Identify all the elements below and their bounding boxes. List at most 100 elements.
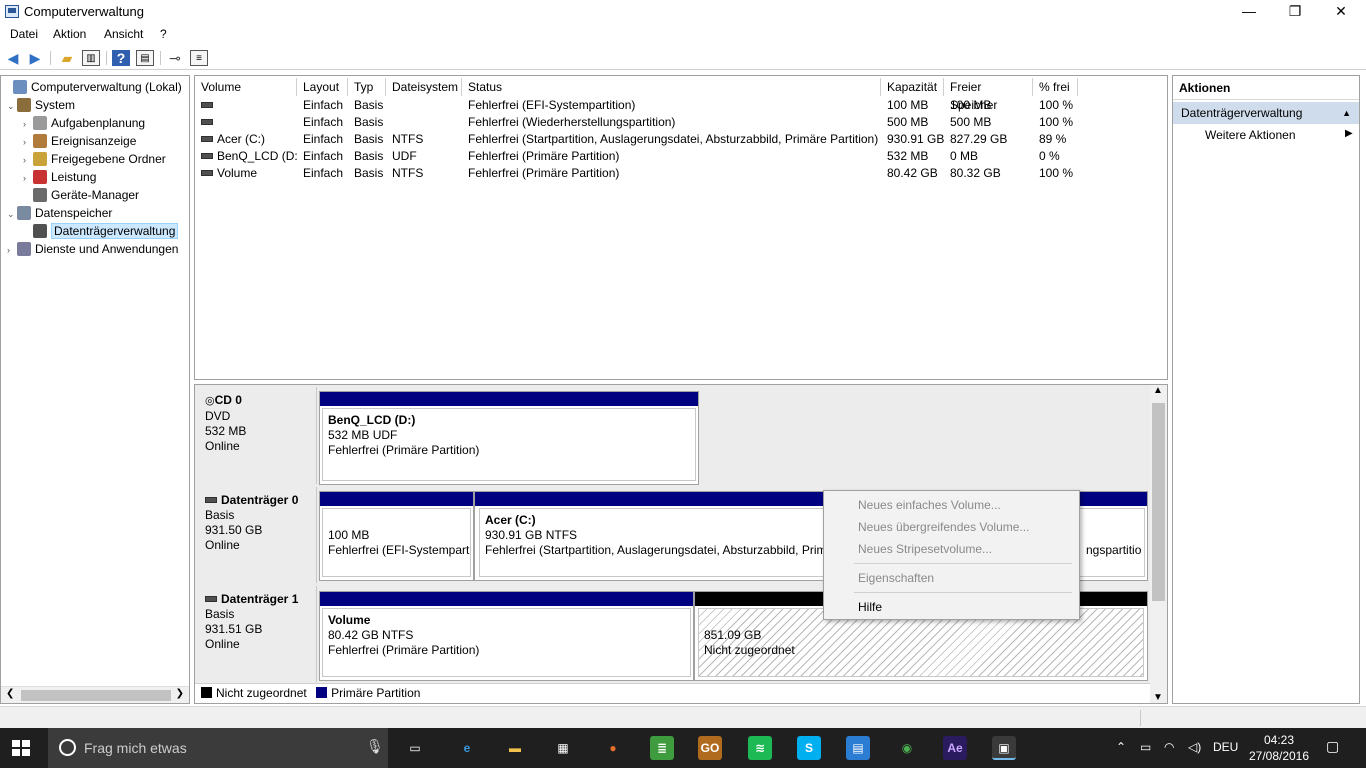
menu-new-simple-volume[interactable]: Neues einfaches Volume... <box>858 498 1001 512</box>
disk-view-scrollbar[interactable]: ▲ ▼ <box>1150 385 1167 703</box>
collapse-caret-icon[interactable]: ▲ <box>1342 102 1351 124</box>
tree-expander-icon[interactable]: › <box>23 115 33 133</box>
notes-icon[interactable]: ≣ <box>650 736 674 760</box>
cell-text: Basis <box>354 149 384 163</box>
menu-new-striped-volume[interactable]: Neues Stripesetvolume... <box>858 542 992 556</box>
scroll-up-icon[interactable]: ▲ <box>1153 385 1163 396</box>
volume-icon[interactable]: ◁) <box>1188 740 1201 754</box>
edge-icon[interactable]: e <box>455 736 479 760</box>
partition-efi[interactable]: 100 MB Fehlerfrei (EFI-Systempartition) <box>319 491 474 581</box>
scrollbar-thumb[interactable] <box>21 690 171 701</box>
tree-expander-icon[interactable]: › <box>23 151 33 169</box>
search-box[interactable]: Frag mich etwas 🎙 <box>48 728 388 768</box>
table-row[interactable]: Volume Einfach Basis NTFS Fehlerfrei (Primär… <box>195 165 1167 182</box>
outlook-icon[interactable]: ▤ <box>846 736 870 760</box>
menu-new-spanned-volume[interactable]: Neues übergreifendes Volume... <box>858 520 1029 534</box>
show-hide-action-pane-icon[interactable]: ▤ <box>136 50 154 66</box>
firefox-icon[interactable]: ● <box>601 736 625 760</box>
clock[interactable]: 04:23 27/08/2016 <box>1244 732 1314 764</box>
cell-text: Einfach <box>303 166 344 180</box>
tree-item[interactable]: › Dienste und Anwendungen <box>7 240 178 258</box>
table-row[interactable]: Einfach Basis Fehlerfrei (Wiederherstellun… <box>195 114 1167 131</box>
tree-item[interactable]: › Ereignisanzeige <box>23 132 136 150</box>
scroll-right-icon[interactable]: ❯ <box>176 688 184 699</box>
show-hide-tree-icon[interactable]: ▥ <box>82 50 100 66</box>
partition-benq-lcd[interactable]: BenQ_LCD (D:) 532 MB UDF Fehlerfrei (Pri… <box>319 391 699 485</box>
tree-item[interactable]: Geräte-Manager <box>23 186 139 204</box>
disk-label-cd0[interactable]: ◎CD 0 DVD 532 MB Online <box>197 387 317 484</box>
partition-volume[interactable]: Volume 80.42 GB NTFS Fehlerfrei (Primäre… <box>319 591 694 681</box>
skype-icon[interactable]: S <box>797 736 821 760</box>
action-center-icon[interactable]: ▢ <box>1326 738 1339 755</box>
forward-arrow-icon[interactable]: ▶ <box>26 50 44 66</box>
up-folder-icon[interactable]: ▰ <box>58 50 76 66</box>
table-cell: Einfach <box>303 131 353 148</box>
scroll-down-icon[interactable]: ▼ <box>1153 692 1163 703</box>
tree-horizontal-scrollbar[interactable]: ❮ ❯ <box>1 686 189 703</box>
help-icon[interactable]: ? <box>112 50 130 66</box>
wifi-icon[interactable]: ◠ <box>1164 740 1174 754</box>
tree-expander-icon[interactable]: › <box>23 133 33 151</box>
tree-expander-icon[interactable]: › <box>7 241 17 259</box>
column-type[interactable]: Typ <box>348 78 386 96</box>
minimize-button[interactable]: — <box>1226 0 1272 24</box>
language-indicator[interactable]: DEU <box>1213 740 1238 754</box>
column-filesystem[interactable]: Dateisystem <box>386 78 462 96</box>
menu-help[interactable]: ? <box>160 27 167 41</box>
system-tools-icon <box>17 98 31 112</box>
store-icon[interactable]: ▦ <box>551 736 575 760</box>
column-volume[interactable]: Volume <box>195 78 297 96</box>
disk-label-disk1[interactable]: Datenträger 1 Basis 931.51 GB Online <box>197 586 317 682</box>
tree-item[interactable]: › Leistung <box>23 168 96 186</box>
windows-start-icon[interactable] <box>12 740 30 756</box>
menu-ansicht[interactable]: Ansicht <box>104 27 143 41</box>
menu-aktion[interactable]: Aktion <box>53 27 86 41</box>
tree-item[interactable]: ⌄ System <box>7 96 75 114</box>
scrollbar-thumb[interactable] <box>1152 403 1165 601</box>
after-effects-icon[interactable]: Ae <box>943 736 967 760</box>
chrome-icon[interactable]: ◉ <box>895 736 919 760</box>
close-button[interactable]: ✕ <box>1318 0 1364 24</box>
task-view-icon[interactable]: ▭ <box>403 736 427 760</box>
scroll-left-icon[interactable]: ❮ <box>6 688 14 699</box>
submenu-arrow-icon[interactable]: ▶ <box>1345 128 1353 139</box>
menu-help-item[interactable]: Hilfe <box>858 600 882 614</box>
column-layout[interactable]: Layout <box>297 78 348 96</box>
column-percent-free[interactable]: % frei <box>1033 78 1078 96</box>
computer-management-icon[interactable]: ▣ <box>992 736 1016 760</box>
table-row[interactable]: BenQ_LCD (D:) Einfach Basis UDF Fehlerfrei (… <box>195 148 1167 165</box>
tree-item[interactable]: ⌄ Datenspeicher <box>7 204 112 222</box>
column-capacity[interactable]: Kapazität <box>881 78 944 96</box>
tree-expander-icon[interactable]: ⌄ <box>7 205 17 223</box>
tree-item[interactable]: › Aufgabenplanung <box>23 114 145 132</box>
more-actions-item[interactable]: Weitere Aktionen <box>1205 128 1296 142</box>
tree-item[interactable]: › Freigegebene Ordner <box>23 150 166 168</box>
file-explorer-icon[interactable]: ▬ <box>503 736 527 760</box>
battery-icon[interactable]: ▭ <box>1140 740 1151 754</box>
tree-item[interactable]: Datenträgerverwaltung <box>23 222 179 240</box>
table-cell: Fehlerfrei (Startpartition, Auslagerungs… <box>468 131 883 148</box>
connect-icon[interactable]: ⊸ <box>166 50 184 66</box>
table-cell <box>201 114 297 131</box>
menu-datei[interactable]: Datei <box>10 27 38 41</box>
properties-icon[interactable]: ≡ <box>190 50 208 66</box>
actions-section-disk-management[interactable]: Datenträgerverwaltung ▲ <box>1173 102 1359 124</box>
volume-drive-icon <box>201 102 213 108</box>
back-arrow-icon[interactable]: ◀ <box>4 50 22 66</box>
tree-expander-icon[interactable]: › <box>23 169 33 187</box>
microphone-icon[interactable]: 🎙 <box>366 738 384 755</box>
maximize-button[interactable]: ❐ <box>1272 0 1318 24</box>
column-free-space[interactable]: Freier Speicher <box>944 78 1033 112</box>
column-status[interactable]: Status <box>462 78 881 96</box>
table-row[interactable]: Acer (C:) Einfach Basis NTFS Fehlerfrei (Sta… <box>195 131 1167 148</box>
disk-label-disk0[interactable]: Datenträger 0 Basis 931.50 GB Online <box>197 487 317 583</box>
partition-status: Fehlerfrei (Primäre Partition) <box>328 643 480 657</box>
table-row[interactable]: Einfach Basis Fehlerfrei (EFI-Systempartit… <box>195 97 1167 114</box>
menu-properties[interactable]: Eigenschaften <box>858 571 934 585</box>
tray-chevron-icon[interactable]: ⌃ <box>1116 740 1126 754</box>
spotify-icon[interactable]: ≋ <box>748 736 772 760</box>
csgo-icon[interactable]: GO <box>698 736 722 760</box>
tree-expander-icon[interactable]: ⌄ <box>7 97 17 115</box>
tree-item[interactable]: Computerverwaltung (Lokal) <box>3 78 182 96</box>
volume-drive-icon <box>201 170 213 176</box>
